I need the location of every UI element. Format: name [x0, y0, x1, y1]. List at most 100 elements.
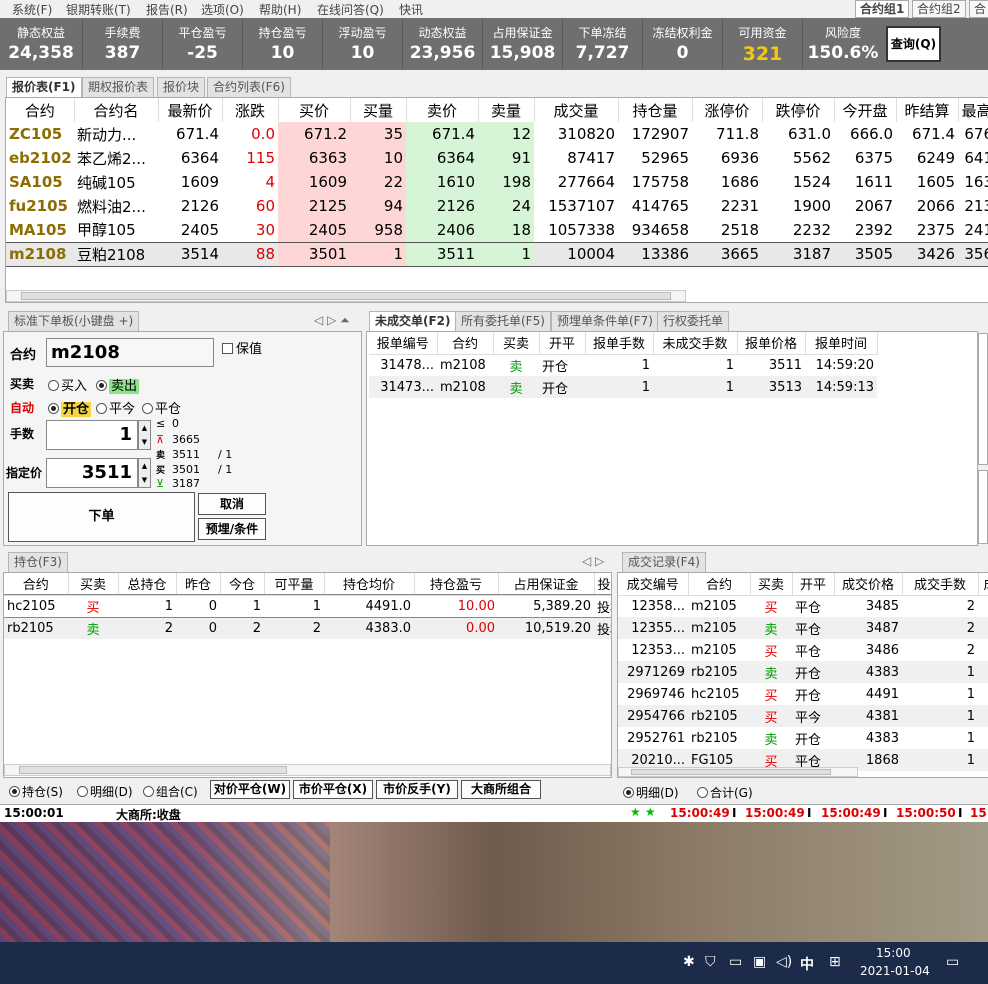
pending-order-row[interactable]: 31478... m2108 卖 开仓 1 1 3511 14:59:20: [369, 354, 877, 376]
open-radio[interactable]: 开仓: [48, 398, 92, 417]
quote-row[interactable]: SA105 纯碱105 1609 4 1609 22 1610 198 277664 175758…: [6, 170, 988, 194]
trades-horizontal-scrollbar[interactable]: [618, 767, 858, 777]
quote-col-header[interactable]: 涨停价: [692, 98, 763, 122]
trades-scroll-thumb[interactable]: [631, 769, 831, 775]
tab-conditional-orders[interactable]: 预埋单条件单(F7): [551, 311, 659, 331]
position-view-radio[interactable]: 持仓(S): [9, 783, 63, 800]
trade-row[interactable]: 2969746 hc2105 买 开仓 4491 11: [618, 683, 988, 705]
quote-row[interactable]: fu2105 燃料油2... 2126 60 2125 94 2126 24 1537107 41…: [6, 194, 988, 218]
bluetooth-icon[interactable]: ✱: [683, 954, 695, 970]
pending-col-header[interactable]: 开平: [539, 332, 586, 355]
sell-radio[interactable]: 卖出: [96, 375, 140, 394]
trade-row[interactable]: 12358... m2105 买 平仓 3485 21: [618, 595, 988, 617]
menu-system[interactable]: 系统(F): [12, 1, 52, 18]
limit-down-price[interactable]: 3187: [172, 477, 200, 490]
tab-quote-block[interactable]: 报价块: [157, 77, 206, 97]
position-row[interactable]: hc2105 买 1 0 1 1 4491.0 10.00 5,389.20 投机: [4, 594, 611, 618]
buy-radio[interactable]: 买入: [48, 375, 87, 394]
trade-col-header[interactable]: 合约: [688, 573, 751, 596]
clock-date[interactable]: 2021-01-04: [860, 964, 930, 978]
detail-view-radio[interactable]: 明细(D): [77, 783, 133, 800]
trade-row[interactable]: 12353... m2105 买 平仓 3486 21: [618, 639, 988, 661]
hedge-checkbox[interactable]: 保值: [222, 338, 262, 357]
price-spinner[interactable]: ▲ ▼: [138, 458, 151, 488]
limit-up-price[interactable]: 3665: [172, 433, 200, 446]
quote-row[interactable]: ZC105 新动力... 671.4 0.0 671.2 35 671.4 12 310820 1…: [6, 122, 988, 146]
ime-keyboard-icon[interactable]: ⊞: [829, 954, 841, 970]
pending-col-header[interactable]: 买卖: [493, 332, 540, 355]
trade-row[interactable]: 2971269rb2105卖开仓438311: [618, 661, 988, 683]
position-col-header[interactable]: 今仓: [220, 573, 265, 596]
quote-col-header[interactable]: 最新价: [158, 98, 223, 122]
menu-online-qa[interactable]: 在线问答(Q): [317, 1, 384, 18]
tab-unfilled-orders[interactable]: 未成交单(F2): [369, 311, 457, 331]
tab-contract-list[interactable]: 合约列表(F6): [207, 77, 291, 97]
quote-col-header[interactable]: 成交量: [534, 98, 619, 122]
quote-col-header[interactable]: 买价: [278, 98, 351, 122]
trade-col-header[interactable]: 成交编号: [618, 573, 689, 596]
trade-detail-radio[interactable]: 明细(D): [623, 784, 679, 801]
position-col-header[interactable]: 持仓均价: [324, 573, 415, 596]
position-col-header[interactable]: 买卖: [68, 573, 119, 596]
contract-group-1-tab[interactable]: 合约组1: [855, 0, 910, 18]
trade-col-header[interactable]: 买卖: [750, 573, 793, 596]
close-today-radio[interactable]: 平今: [96, 398, 135, 417]
menu-news[interactable]: 快讯: [399, 1, 423, 18]
position-row[interactable]: rb2105卖20224383.00.0010,519.20投机: [4, 617, 611, 639]
position-nav-arrows-icon[interactable]: ◁ ▷: [582, 554, 604, 568]
battery-icon[interactable]: ▭: [729, 954, 742, 970]
market-close-button[interactable]: 市价平仓(X): [293, 780, 373, 799]
quote-row[interactable]: eb2102 苯乙烯2... 6364 115 6363 10 6364 91 87417 529…: [6, 146, 988, 170]
market-reverse-button[interactable]: 市价反手(Y): [376, 780, 458, 799]
ask-price[interactable]: 3511: [172, 448, 200, 461]
tab-quote-table[interactable]: 报价表(F1): [6, 77, 82, 97]
cancel-button[interactable]: 取消: [198, 493, 266, 515]
quote-col-header[interactable]: 今开盘: [834, 98, 897, 122]
qty-input[interactable]: 1: [46, 420, 138, 450]
tab-exercise-orders[interactable]: 行权委托单: [657, 311, 730, 331]
tab-positions[interactable]: 持仓(F3): [8, 552, 68, 572]
quote-row[interactable]: MA105 甲醇105 2405 30 2405 958 2406 18 1057338 9346…: [6, 218, 988, 242]
positions-horizontal-scrollbar[interactable]: [4, 764, 611, 776]
position-col-header[interactable]: 总持仓: [118, 573, 177, 596]
counter-price-close-button[interactable]: 对价平仓(W): [210, 780, 290, 799]
bid-price[interactable]: 3501: [172, 463, 200, 476]
panel-nav-arrows-icon[interactable]: ◁ ▷ ⏶: [314, 313, 350, 328]
quote-col-header[interactable]: 涨跌: [222, 98, 279, 122]
position-col-header[interactable]: 合约: [4, 573, 69, 596]
side-action-button-top[interactable]: [978, 333, 988, 465]
tab-option-quotes[interactable]: 期权报价表: [82, 77, 155, 97]
menu-bank-transfer[interactable]: 银期转账(T): [66, 1, 131, 18]
volume-icon[interactable]: ◁): [776, 954, 792, 970]
quote-col-header[interactable]: 合约名: [74, 98, 159, 122]
trade-row[interactable]: 12355...m2105卖平仓348721: [618, 617, 988, 639]
pending-col-header[interactable]: 合约: [437, 332, 494, 355]
clock-time[interactable]: 15:00: [876, 946, 911, 960]
trade-col-header[interactable]: 成交手数: [902, 573, 979, 596]
quote-scroll-thumb[interactable]: [21, 292, 671, 300]
contract-group-3-tab[interactable]: 合: [969, 0, 988, 18]
tab-all-orders[interactable]: 所有委托单(F5): [455, 311, 551, 331]
menu-report[interactable]: 报告(R): [146, 1, 188, 18]
pending-col-header[interactable]: 未成交手数: [653, 332, 738, 355]
trade-row[interactable]: 2952761 rb2105 卖 开仓 4383 11: [618, 727, 988, 749]
close-radio[interactable]: 平仓: [142, 398, 181, 417]
submit-order-button[interactable]: 下单: [8, 492, 195, 542]
contract-group-2-tab[interactable]: 合约组2: [912, 0, 966, 18]
quote-col-header[interactable]: 最高价: [958, 98, 988, 122]
network-icon[interactable]: ▣: [753, 954, 766, 970]
side-action-button-bottom[interactable]: [978, 470, 988, 544]
quote-col-header[interactable]: 合约: [6, 98, 75, 122]
menu-options[interactable]: 选项(O): [201, 1, 244, 18]
notification-icon[interactable]: ▭: [946, 954, 959, 970]
dce-combo-button[interactable]: 大商所组合: [461, 780, 541, 799]
trade-col-header[interactable]: 成: [978, 573, 988, 596]
trade-total-radio[interactable]: 合计(G): [697, 784, 753, 801]
trade-row[interactable]: 2954766rb2105买平今438111: [618, 705, 988, 727]
pending-col-header[interactable]: 报单手数: [585, 332, 654, 355]
positions-scroll-thumb[interactable]: [19, 766, 287, 774]
pending-col-header[interactable]: 报单时间: [805, 332, 878, 355]
combo-view-radio[interactable]: 组合(C): [143, 783, 198, 800]
position-col-header[interactable]: 可平量: [264, 573, 325, 596]
quote-col-header[interactable]: 跌停价: [762, 98, 835, 122]
